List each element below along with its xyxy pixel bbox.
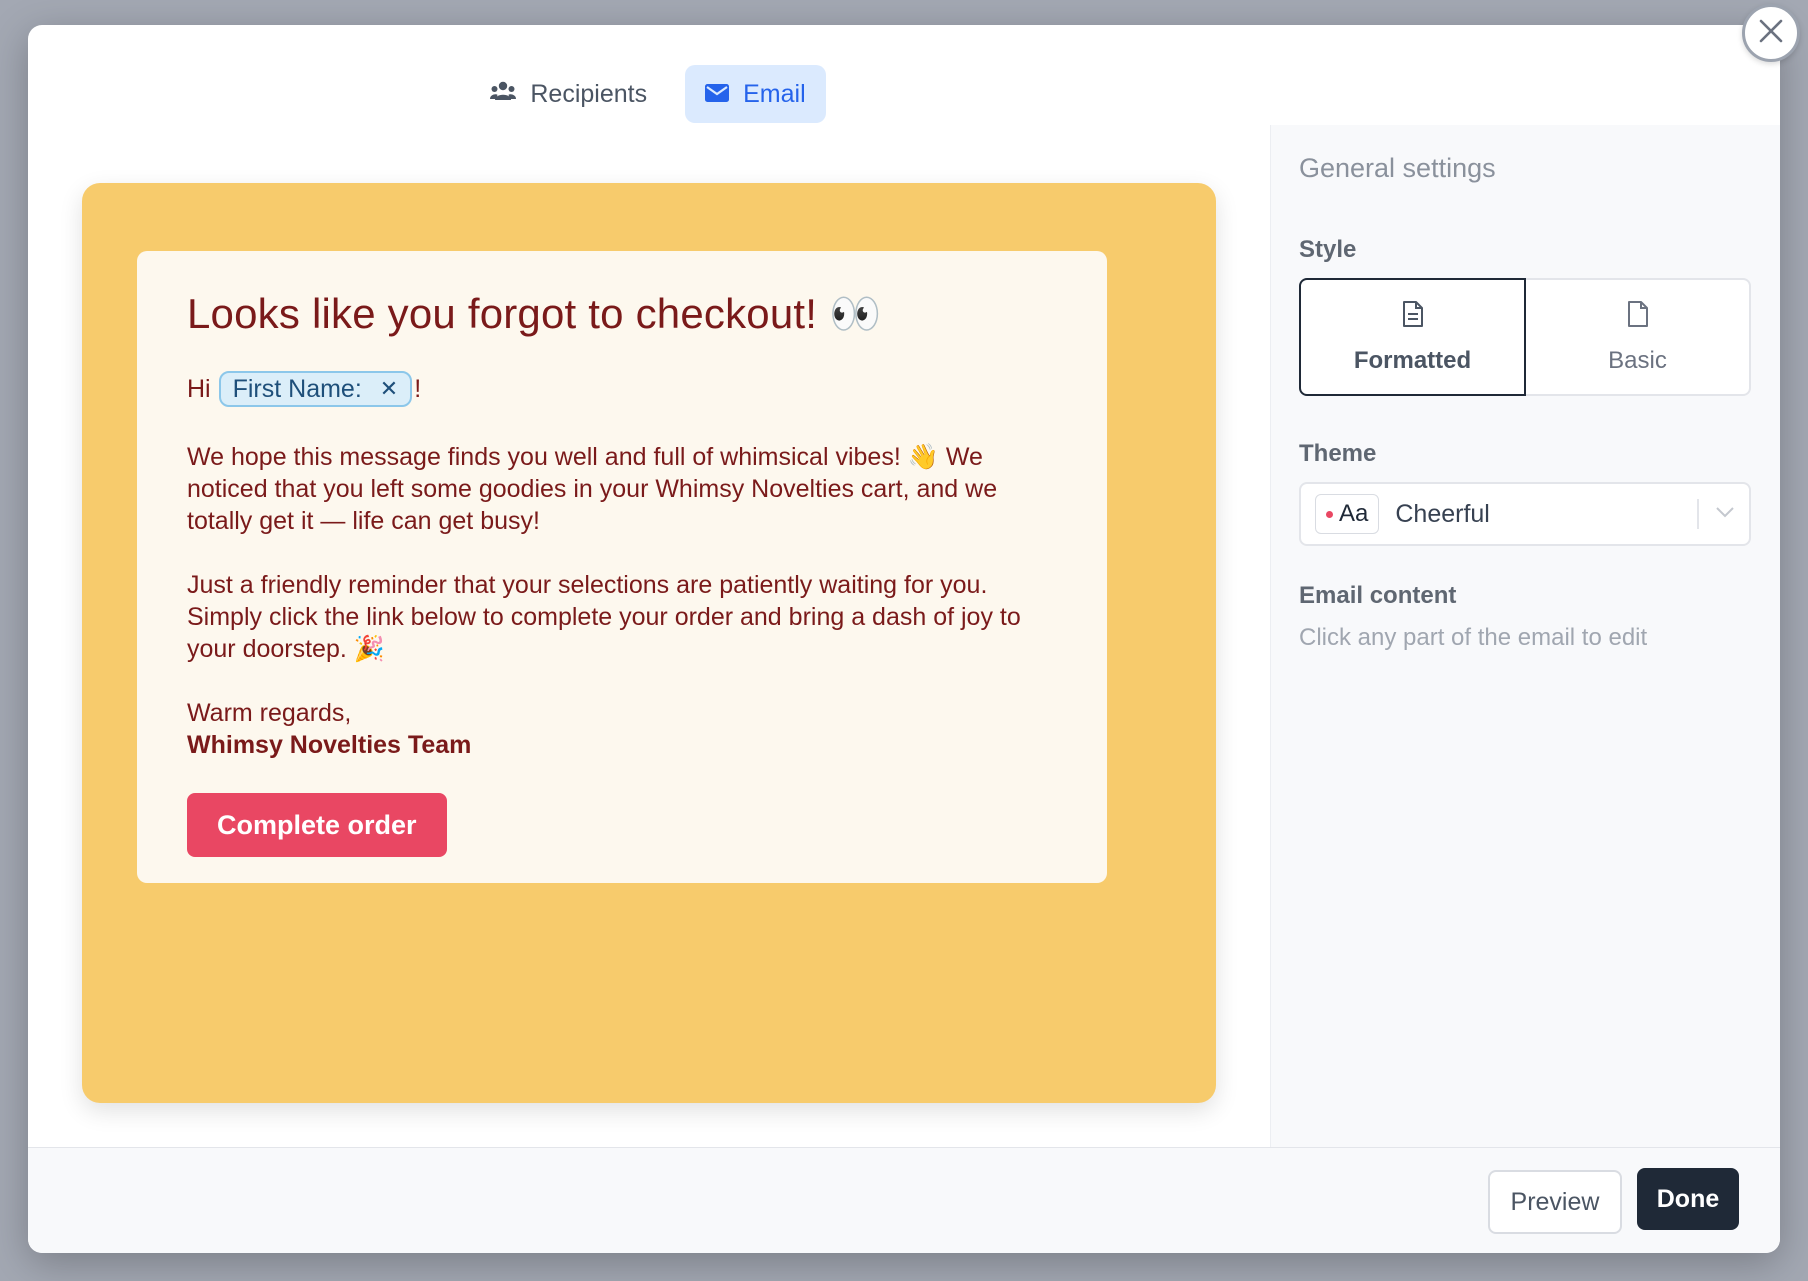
theme-color-dot (1326, 510, 1333, 518)
email-content-hint: Click any part of the email to edit (1299, 624, 1648, 651)
tab-recipients-label: Recipients (530, 79, 648, 108)
style-option-formatted-label: Formatted (1353, 346, 1472, 374)
close-icon (1758, 18, 1784, 49)
email-signoff[interactable]: Warm regards, Whimsy Novelties Team (187, 697, 1057, 761)
panel-title: General settings (1299, 153, 1496, 183)
style-option-basic-label: Basic (1608, 346, 1667, 374)
greeting-suffix: ! (414, 374, 422, 403)
team-name: Whimsy Novelties Team (187, 731, 472, 759)
style-selector: Formatted Basic (1299, 278, 1751, 396)
modal-footer: Preview Done (28, 1147, 1780, 1253)
email-heading-text: Looks like you forgot to checkout! (187, 290, 818, 337)
theme-badge-text: Aa (1339, 500, 1369, 527)
merge-tag-label: First Name: (232, 374, 362, 403)
style-option-basic[interactable]: Basic (1526, 278, 1751, 396)
users-icon (490, 80, 517, 109)
tab-bar: Recipients Email (28, 65, 1268, 123)
tab-email-label: Email (743, 79, 806, 108)
theme-value: Cheerful (1395, 499, 1490, 528)
email-card[interactable]: Looks like you forgot to checkout! 👀 Hi … (137, 251, 1107, 883)
style-option-formatted[interactable]: Formatted (1299, 278, 1526, 396)
email-preview-area: Looks like you forgot to checkout! 👀 Hi … (28, 125, 1268, 1125)
done-button[interactable]: Done (1637, 1168, 1739, 1230)
preview-button[interactable]: Preview (1488, 1170, 1622, 1234)
theme-select[interactable]: Aa Cheerful (1299, 482, 1751, 546)
theme-badge: Aa (1315, 494, 1380, 534)
settings-panel: General settings Style Formatted Basic T… (1270, 125, 1780, 1147)
style-label: Style (1299, 236, 1357, 263)
paragraph-2-text: Just a friendly reminder that your selec… (187, 571, 1021, 663)
chevron-down-icon[interactable] (1715, 505, 1735, 523)
email-background[interactable]: Looks like you forgot to checkout! 👀 Hi … (82, 183, 1216, 1103)
email-greeting[interactable]: Hi First Name: ✕ ! (187, 371, 1057, 407)
email-paragraph-1[interactable]: We hope this message finds you well and … (187, 441, 1057, 537)
complete-order-button[interactable]: Complete order (187, 793, 447, 857)
remove-tag-icon[interactable]: ✕ (380, 376, 398, 402)
document-lines-icon (1402, 300, 1424, 335)
merge-tag-chip[interactable]: First Name: ✕ (218, 371, 413, 407)
eyes-emoji: 👀 (829, 289, 882, 338)
close-button[interactable] (1742, 4, 1800, 62)
email-editor-modal: Recipients Email Looks like you forgot t… (28, 25, 1780, 1253)
theme-label: Theme (1299, 440, 1377, 467)
greeting-prefix: Hi (187, 374, 211, 403)
paragraph-1-text-a: We hope this message finds you well and … (187, 443, 901, 471)
tab-email[interactable]: Email (685, 65, 826, 123)
select-divider (1697, 499, 1699, 529)
waving-hand-emoji: 👋 (907, 442, 939, 471)
email-heading[interactable]: Looks like you forgot to checkout! 👀 (187, 289, 1057, 339)
party-popper-emoji: 🎉 (353, 634, 385, 663)
email-paragraph-2[interactable]: Just a friendly reminder that your selec… (187, 569, 1057, 665)
signoff-text: Warm regards, (187, 699, 352, 727)
document-blank-icon (1627, 300, 1649, 335)
email-content-label: Email content (1299, 582, 1457, 609)
tab-recipients[interactable]: Recipients (470, 65, 667, 123)
envelope-icon (705, 80, 730, 109)
